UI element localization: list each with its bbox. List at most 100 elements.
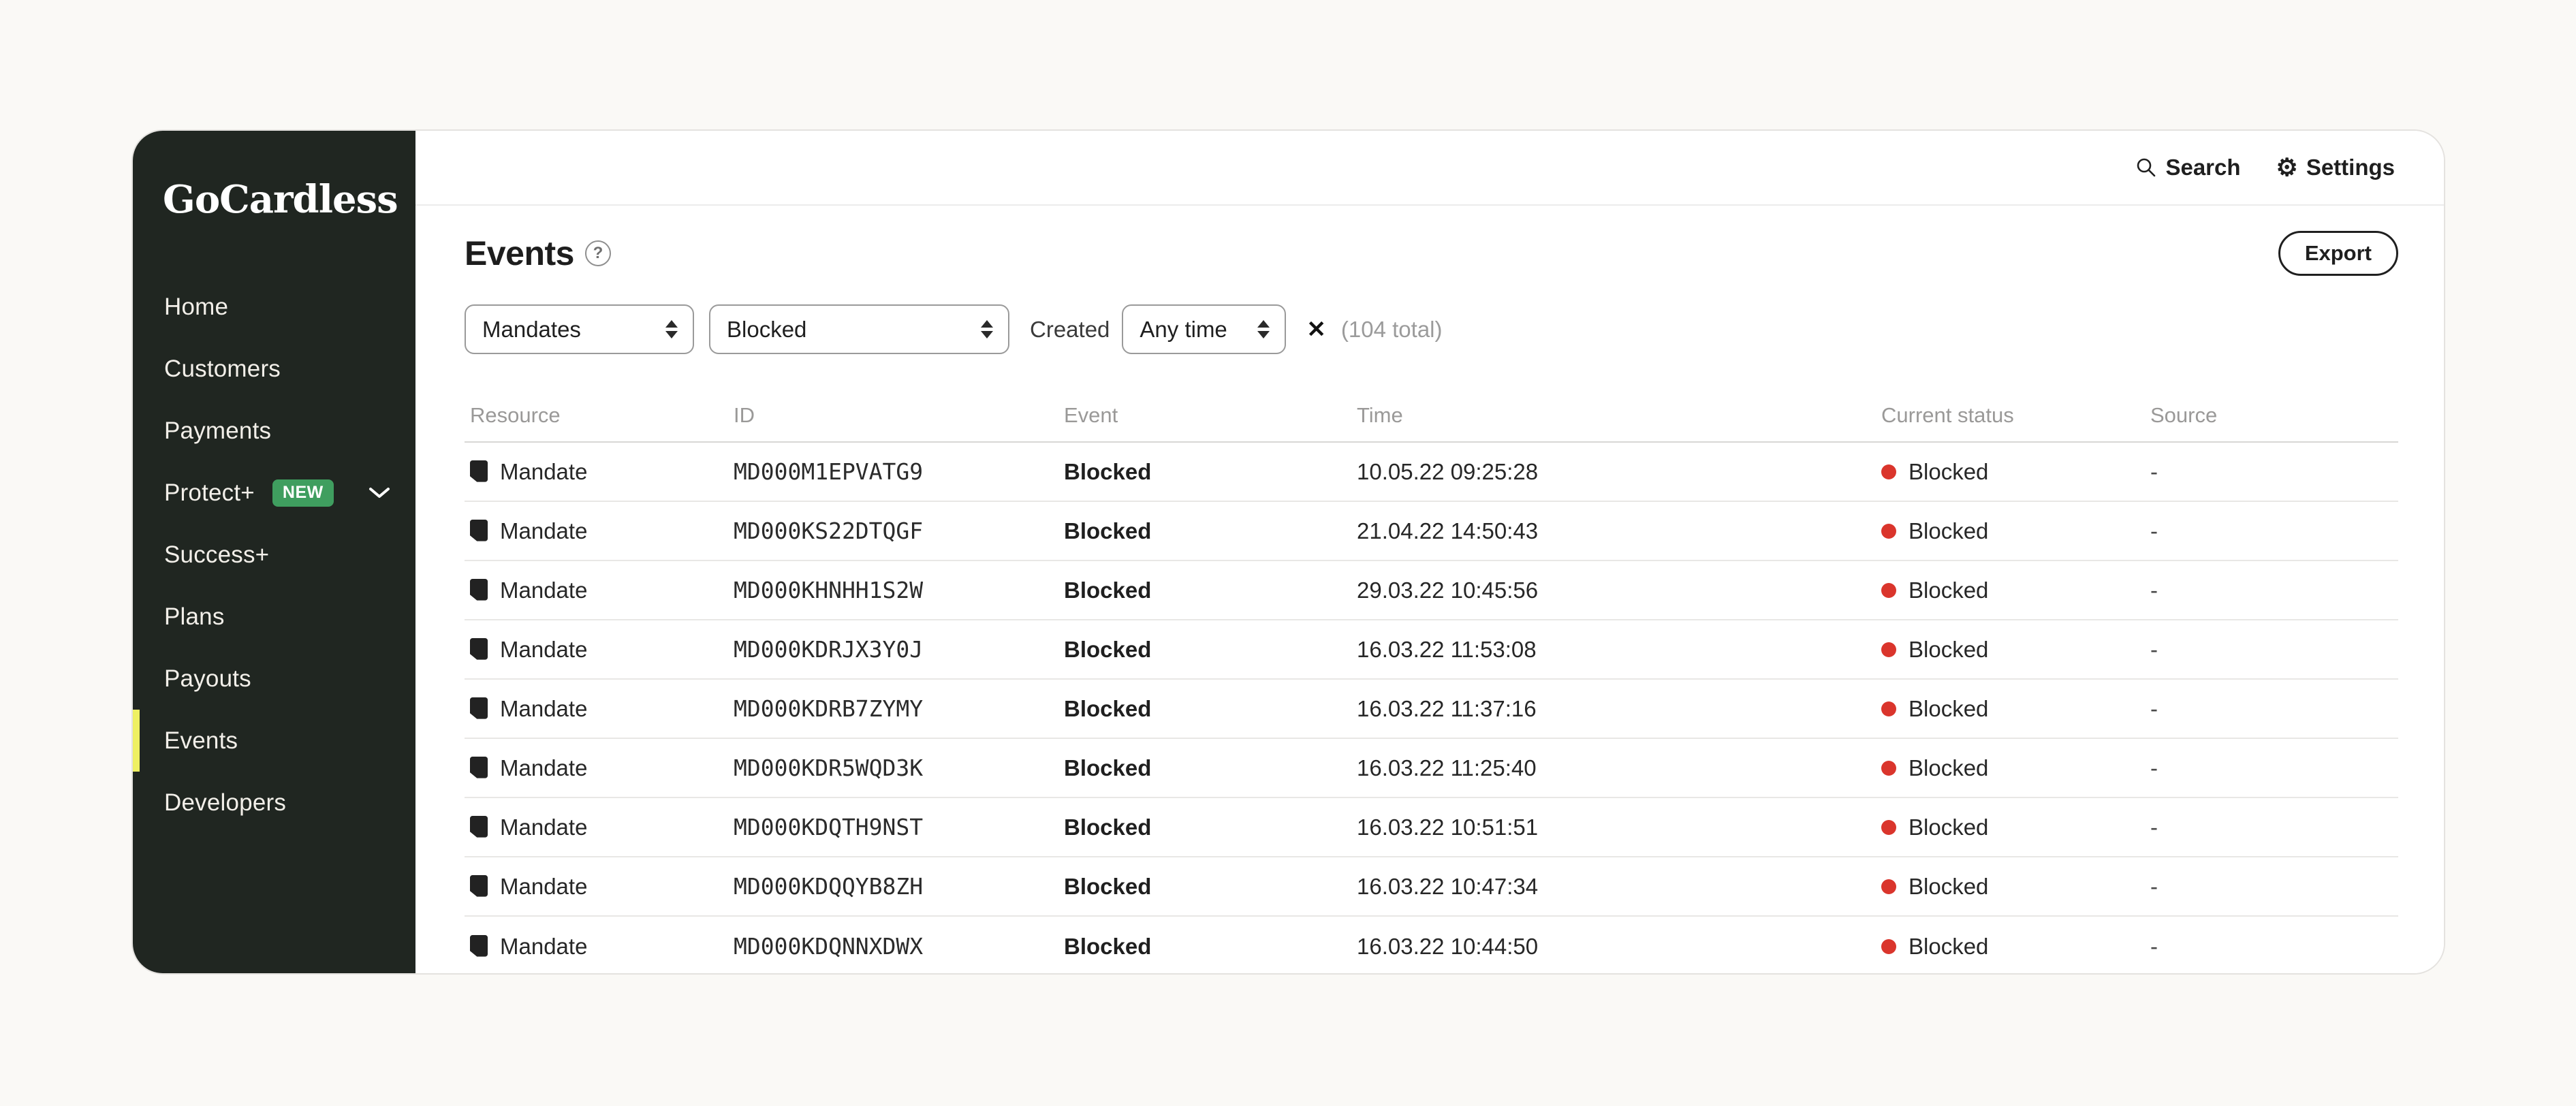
event-time: 16.03.22 10:51:51 xyxy=(1357,815,1881,840)
event-id: MD000M1EPVATG9 xyxy=(734,458,1064,485)
event-type: Blocked xyxy=(1064,578,1357,603)
sidebar-item-developers[interactable]: Developers xyxy=(133,772,415,834)
event-id: MD000KDQQYB8ZH xyxy=(734,873,1064,900)
event-source: - xyxy=(2150,578,2398,603)
resource-label: Mandate xyxy=(500,637,587,663)
topbar: Search ⚙ Settings xyxy=(415,131,2444,206)
event-source: - xyxy=(2150,459,2398,485)
event-time: 29.03.22 10:45:56 xyxy=(1357,578,1881,603)
event-filter-value: Blocked xyxy=(727,317,806,343)
sidebar-item-label: Events xyxy=(164,727,238,755)
header-current-status: Current status xyxy=(1881,403,2150,428)
event-id: MD000KDRB7ZYMY xyxy=(734,695,1064,722)
event-filter-select[interactable]: Blocked xyxy=(709,304,1009,354)
created-time-value: Any time xyxy=(1140,317,1227,343)
header-resource: Resource xyxy=(465,403,734,428)
export-button[interactable]: Export xyxy=(2278,231,2398,276)
sidebar-item-label: Plans xyxy=(164,603,225,631)
select-updown-icon xyxy=(665,320,678,338)
event-source: - xyxy=(2150,696,2398,722)
event-time: 21.04.22 14:50:43 xyxy=(1357,518,1881,544)
sidebar-item-label: Protect+ xyxy=(164,479,255,507)
header-source: Source xyxy=(2150,403,2398,428)
sidebar-item-customers[interactable]: Customers xyxy=(133,338,415,400)
table-row[interactable]: Mandate MD000KDQQYB8ZH Blocked 16.03.22 … xyxy=(465,857,2398,917)
event-type: Blocked xyxy=(1064,755,1357,781)
status-dot-icon xyxy=(1881,642,1896,657)
event-type: Blocked xyxy=(1064,696,1357,722)
status-dot-icon xyxy=(1881,464,1896,479)
event-time: 16.03.22 11:53:08 xyxy=(1357,637,1881,663)
sidebar-item-label: Payouts xyxy=(164,665,251,693)
table-row[interactable]: Mandate MD000M1EPVATG9 Blocked 10.05.22 … xyxy=(465,443,2398,502)
sidebar-item-plans[interactable]: Plans xyxy=(133,586,415,648)
status-label: Blocked xyxy=(1909,518,1988,544)
chevron-down-icon xyxy=(368,486,391,500)
sidebar-item-home[interactable]: Home xyxy=(133,276,415,338)
search-button[interactable]: Search xyxy=(2135,155,2240,180)
event-id: MD000KDRJX3Y0J xyxy=(734,636,1064,663)
gear-icon: ⚙ xyxy=(2276,155,2298,180)
mandate-document-icon xyxy=(470,697,489,721)
status-label: Blocked xyxy=(1909,755,1988,781)
event-source: - xyxy=(2150,934,2398,960)
sidebar-nav: Home Customers Payments Protect+ NEW Suc… xyxy=(133,276,415,834)
table-row[interactable]: Mandate MD000KHNHH1S2W Blocked 29.03.22 … xyxy=(465,561,2398,620)
clear-filter-icon[interactable]: ✕ xyxy=(1306,316,1326,343)
table-body: Mandate MD000M1EPVATG9 Blocked 10.05.22 … xyxy=(465,443,2398,975)
status-label: Blocked xyxy=(1909,459,1988,485)
new-badge: NEW xyxy=(272,479,334,507)
gocardless-logo: GoCardless xyxy=(163,177,398,222)
event-source: - xyxy=(2150,518,2398,544)
event-time: 16.03.22 11:37:16 xyxy=(1357,696,1881,722)
table-row[interactable]: Mandate MD000KDRB7ZYMY Blocked 16.03.22 … xyxy=(465,680,2398,739)
mandate-document-icon xyxy=(470,935,489,958)
sidebar-item-success[interactable]: Success+ xyxy=(133,524,415,586)
table-row[interactable]: Mandate MD000KDR5WQD3K Blocked 16.03.22 … xyxy=(465,739,2398,798)
sidebar: GoCardless Home Customers Payments Prote… xyxy=(133,131,415,973)
sidebar-item-protect[interactable]: Protect+ NEW xyxy=(133,462,415,524)
sidebar-item-payouts[interactable]: Payouts xyxy=(133,648,415,710)
status-dot-icon xyxy=(1881,761,1896,776)
total-count: (104 total) xyxy=(1341,317,1443,343)
status-label: Blocked xyxy=(1909,637,1988,663)
search-icon xyxy=(2135,157,2157,178)
mandate-document-icon xyxy=(470,875,489,898)
status-dot-icon xyxy=(1881,524,1896,539)
help-icon[interactable]: ? xyxy=(585,240,611,266)
resource-label: Mandate xyxy=(500,755,587,781)
header-event: Event xyxy=(1064,403,1357,428)
table-row[interactable]: Mandate MD000KDRJX3Y0J Blocked 16.03.22 … xyxy=(465,620,2398,680)
mandate-document-icon xyxy=(470,757,489,780)
sidebar-item-events[interactable]: Events xyxy=(133,710,415,772)
table-row[interactable]: Mandate MD000KDQTH9NST Blocked 16.03.22 … xyxy=(465,798,2398,857)
event-id: MD000KHNHH1S2W xyxy=(734,577,1064,603)
resource-filter-select[interactable]: Mandates xyxy=(465,304,694,354)
resource-label: Mandate xyxy=(500,459,587,485)
event-type: Blocked xyxy=(1064,815,1357,840)
resource-label: Mandate xyxy=(500,934,587,960)
event-source: - xyxy=(2150,815,2398,840)
status-dot-icon xyxy=(1881,701,1896,716)
header-time: Time xyxy=(1357,403,1881,428)
event-type: Blocked xyxy=(1064,934,1357,960)
header-id: ID xyxy=(734,403,1064,428)
event-id: MD000KS22DTQGF xyxy=(734,518,1064,544)
event-id: MD000KDQTH9NST xyxy=(734,814,1064,840)
resource-label: Mandate xyxy=(500,578,587,603)
event-time: 10.05.22 09:25:28 xyxy=(1357,459,1881,485)
event-type: Blocked xyxy=(1064,518,1357,544)
event-id: MD000KDR5WQD3K xyxy=(734,755,1064,781)
app-card: GoCardless Home Customers Payments Prote… xyxy=(131,129,2445,975)
table-row[interactable]: Mandate MD000KDQNNXDWX Blocked 16.03.22 … xyxy=(465,917,2398,975)
resource-label: Mandate xyxy=(500,518,587,544)
status-label: Blocked xyxy=(1909,874,1988,900)
sidebar-item-label: Developers xyxy=(164,789,286,817)
main-panel: Events ? Export Mandates Blocked Created xyxy=(415,206,2444,975)
sidebar-item-payments[interactable]: Payments xyxy=(133,400,415,462)
table-row[interactable]: Mandate MD000KS22DTQGF Blocked 21.04.22 … xyxy=(465,502,2398,561)
page-title: Events xyxy=(465,234,574,273)
status-dot-icon xyxy=(1881,879,1896,894)
settings-button[interactable]: ⚙ Settings xyxy=(2276,155,2395,180)
created-time-select[interactable]: Any time xyxy=(1122,304,1286,354)
